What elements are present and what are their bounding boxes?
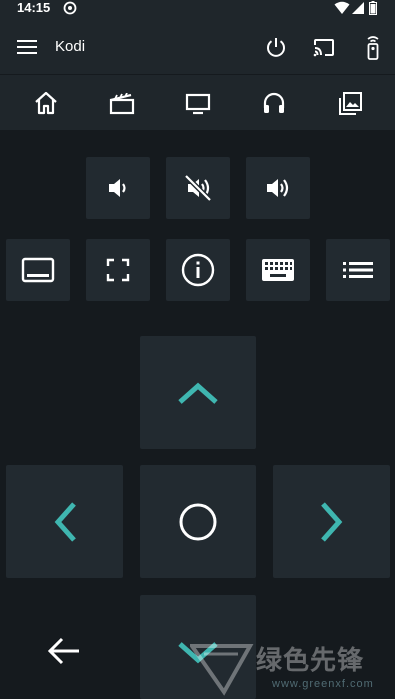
- keyboard-icon: [262, 259, 294, 281]
- mute-button[interactable]: [166, 157, 230, 219]
- sync-icon: [63, 1, 77, 15]
- status-bar: 14:15: [0, 0, 395, 16]
- playlist-button[interactable]: [326, 239, 390, 301]
- watermark-url: www.greenxf.com: [272, 678, 374, 690]
- media-nav-bar: [0, 74, 395, 130]
- volume-up-icon: [267, 179, 289, 197]
- info-icon: [181, 253, 215, 287]
- signal-icon: [352, 2, 364, 14]
- headphones-icon[interactable]: [261, 90, 287, 116]
- keyboard-button[interactable]: [246, 239, 310, 301]
- volume-up-button[interactable]: [246, 157, 310, 219]
- subtitles-icon: [21, 257, 55, 283]
- dpad-up-button[interactable]: [140, 336, 256, 449]
- wifi-icon: [334, 1, 350, 14]
- movies-icon[interactable]: [109, 93, 135, 115]
- volume-down-button[interactable]: [86, 157, 150, 219]
- power-icon[interactable]: [265, 36, 287, 58]
- app-bar: Kodi: [0, 16, 395, 74]
- volume-down-icon: [109, 179, 126, 197]
- dpad-select-button[interactable]: [140, 465, 256, 578]
- dpad-right-button[interactable]: [273, 465, 390, 578]
- chevron-right-icon: [320, 501, 342, 542]
- home-icon[interactable]: [33, 91, 59, 115]
- chevron-left-icon: [54, 501, 76, 542]
- status-time: 14:15: [17, 0, 51, 15]
- cast-icon[interactable]: [312, 38, 336, 57]
- list-icon: [343, 262, 373, 278]
- tv-icon[interactable]: [185, 93, 211, 115]
- app-title: Kodi: [55, 38, 86, 55]
- circle-select-icon: [179, 503, 217, 540]
- watermark-brand: 绿色先锋: [256, 645, 365, 675]
- chevron-up-icon: [178, 382, 218, 404]
- subtitles-button[interactable]: [6, 239, 70, 301]
- fullscreen-icon: [106, 258, 130, 282]
- battery-icon: [369, 1, 377, 15]
- remote-icon[interactable]: [364, 34, 382, 60]
- menu-icon[interactable]: [17, 40, 37, 54]
- dpad-left-button[interactable]: [6, 465, 123, 578]
- back-arrow-icon[interactable]: [46, 636, 82, 666]
- mute-icon: [184, 174, 212, 202]
- fullscreen-button[interactable]: [86, 239, 150, 301]
- info-button[interactable]: [166, 239, 230, 301]
- pictures-icon[interactable]: [337, 91, 363, 117]
